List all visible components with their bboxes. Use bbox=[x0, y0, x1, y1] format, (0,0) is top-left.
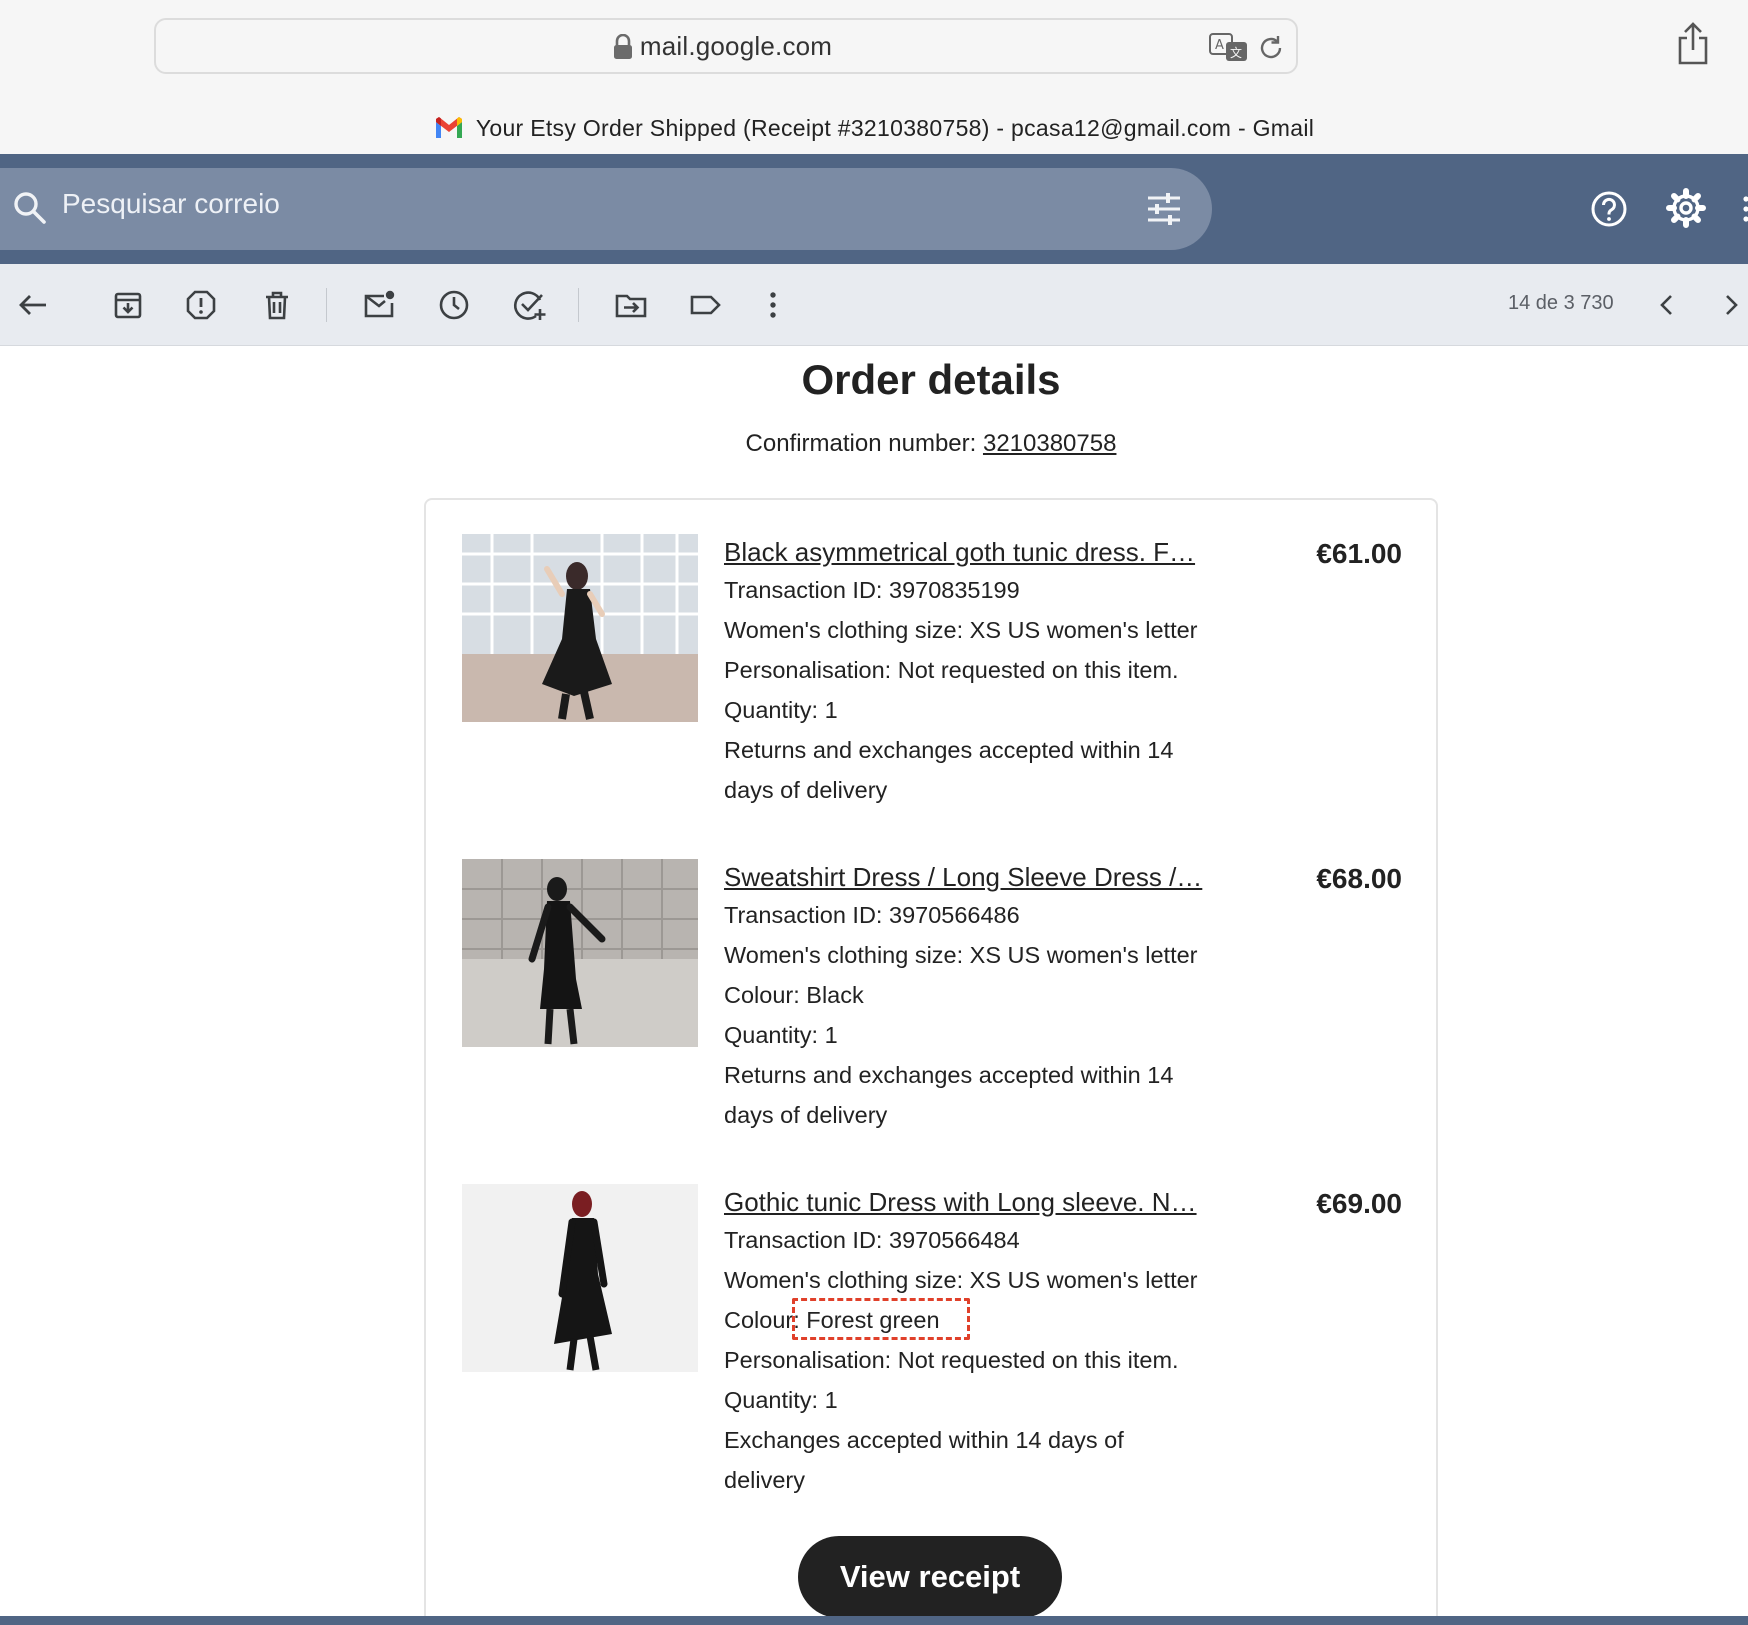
translate-icon[interactable]: A 文 bbox=[1208, 31, 1250, 63]
item-details: Gothic tunic Dress with Long sleeve. N… … bbox=[724, 1184, 1244, 1500]
item-quantity: Quantity: 1 bbox=[724, 697, 838, 723]
item-details: Black asymmetrical goth tunic dress. F… … bbox=[724, 534, 1244, 810]
url-text: mail.google.com bbox=[639, 30, 833, 61]
product-photo[interactable] bbox=[462, 534, 698, 722]
item-personalisation: Personalisation: Not requested on this i… bbox=[724, 657, 1179, 683]
gmail-header bbox=[0, 154, 1748, 264]
item-title-link[interactable]: Sweatshirt Dress / Long Sleeve Dress /… bbox=[724, 859, 1236, 895]
email-body: Order details Confirmation number: 32103… bbox=[0, 346, 1748, 1618]
returns-policy: Returns and exchanges accepted within 14 bbox=[724, 1062, 1174, 1088]
transaction-id: Transaction ID: 3970835199 bbox=[724, 577, 1020, 603]
back-arrow-icon[interactable] bbox=[16, 288, 50, 322]
pager-count: 14 de 3 730 bbox=[1508, 292, 1614, 314]
product-photo[interactable] bbox=[462, 859, 698, 1047]
message-toolbar: 14 de 3 730 bbox=[0, 264, 1748, 346]
tab-title-row: Your Etsy Order Shipped (Receipt #321038… bbox=[0, 108, 1748, 148]
item-quantity: Quantity: 1 bbox=[724, 1022, 838, 1048]
svg-text:文: 文 bbox=[1230, 45, 1242, 60]
move-to-icon[interactable] bbox=[614, 288, 648, 322]
returns-policy: Returns and exchanges accepted within 14 bbox=[724, 737, 1174, 763]
item-size: Women's clothing size: XS US women's let… bbox=[724, 617, 1198, 643]
view-receipt-button[interactable]: View receipt bbox=[798, 1536, 1062, 1618]
archive-icon[interactable] bbox=[111, 288, 145, 322]
gmail-logo-icon bbox=[435, 117, 462, 138]
search-input[interactable] bbox=[62, 188, 1062, 220]
item-price: €69.00 bbox=[1316, 1188, 1402, 1219]
search-box[interactable] bbox=[0, 168, 1212, 250]
search-icon[interactable] bbox=[12, 190, 48, 226]
snooze-icon[interactable] bbox=[437, 288, 471, 322]
order-details-heading: Order details bbox=[801, 356, 1061, 403]
report-spam-icon[interactable] bbox=[184, 288, 218, 322]
confirmation-number-link[interactable]: 3210380758 bbox=[983, 430, 1116, 457]
returns-policy: Exchanges accepted within 14 days of bbox=[724, 1427, 1124, 1453]
lock-icon bbox=[614, 34, 632, 59]
item-size: Women's clothing size: XS US women's let… bbox=[724, 942, 1198, 968]
browser-top-bar: mail.google.com A 文 Your Etsy Order Ship… bbox=[0, 0, 1748, 154]
item-price: €68.00 bbox=[1316, 863, 1402, 894]
bottom-frame-strip bbox=[0, 1616, 1748, 1625]
reload-icon[interactable] bbox=[1256, 33, 1286, 63]
order-items-card: Black asymmetrical goth tunic dress. F… … bbox=[424, 498, 1438, 1618]
item-colour: Colour: Black bbox=[724, 982, 864, 1008]
toolbar-separator bbox=[326, 288, 327, 322]
chevron-right-icon[interactable] bbox=[1716, 290, 1746, 320]
item-price: €61.00 bbox=[1316, 538, 1402, 569]
product-photo-image bbox=[462, 534, 698, 722]
tab-title: Your Etsy Order Shipped (Receipt #321038… bbox=[475, 114, 1315, 141]
delete-icon[interactable] bbox=[260, 288, 294, 322]
item-size: Women's clothing size: XS US women's let… bbox=[724, 1267, 1198, 1293]
toolbar-separator bbox=[578, 288, 579, 322]
transaction-id: Transaction ID: 3970566486 bbox=[724, 902, 1020, 928]
search-options-icon[interactable] bbox=[1146, 192, 1182, 226]
returns-policy-continued: days of delivery bbox=[724, 1102, 888, 1128]
item-quantity: Quantity: 1 bbox=[724, 1387, 838, 1413]
share-icon[interactable] bbox=[1675, 22, 1711, 66]
product-photo[interactable] bbox=[462, 1184, 698, 1372]
settings-icon[interactable] bbox=[1666, 188, 1706, 228]
product-photo-image bbox=[462, 1184, 698, 1372]
item-title-link[interactable]: Black asymmetrical goth tunic dress. F… bbox=[724, 534, 1236, 570]
product-photo-image bbox=[462, 859, 698, 1047]
transaction-id: Transaction ID: 3970566484 bbox=[724, 1227, 1020, 1253]
item-title-link[interactable]: Gothic tunic Dress with Long sleeve. N… bbox=[724, 1184, 1236, 1220]
more-vert-icon[interactable] bbox=[756, 288, 790, 322]
address-bar[interactable]: mail.google.com A 文 bbox=[154, 18, 1298, 74]
returns-policy-continued: delivery bbox=[724, 1467, 805, 1493]
confirmation-label: Confirmation number: bbox=[745, 430, 983, 457]
svg-text:A: A bbox=[1215, 38, 1224, 53]
item-personalisation: Personalisation: Not requested on this i… bbox=[724, 1347, 1179, 1373]
item-colour: Colour: Forest green bbox=[724, 1307, 940, 1333]
item-details: Sweatshirt Dress / Long Sleeve Dress /… … bbox=[724, 859, 1244, 1135]
chevron-left-icon[interactable] bbox=[1652, 290, 1682, 320]
returns-policy-continued: days of delivery bbox=[724, 777, 888, 803]
help-icon[interactable] bbox=[1590, 190, 1628, 228]
confirmation-line: Confirmation number: 3210380758 bbox=[0, 430, 1748, 458]
mark-unread-icon[interactable] bbox=[362, 288, 396, 322]
label-icon[interactable] bbox=[688, 288, 722, 322]
add-task-icon[interactable] bbox=[512, 288, 546, 322]
more-options-icon[interactable] bbox=[1742, 196, 1748, 222]
